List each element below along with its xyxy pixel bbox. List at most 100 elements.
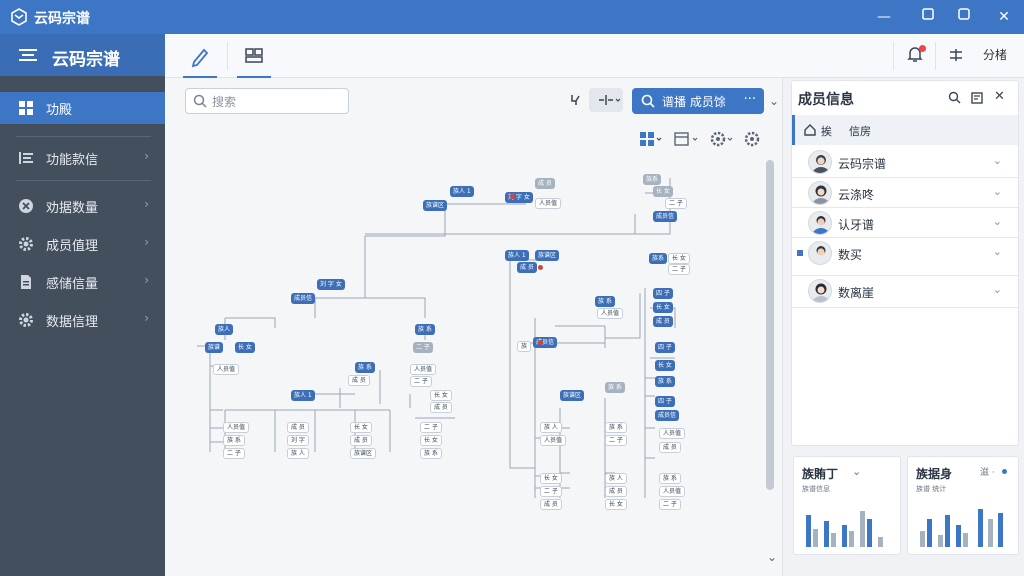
chevron-down-icon[interactable]: ⌄ [993,185,1002,198]
sliders-icon [950,49,962,61]
tree-node: 二 子 [665,198,687,209]
more-icon[interactable]: ··· [744,92,756,107]
status-dot [510,194,515,199]
settings-button[interactable] [947,46,965,64]
filter-control[interactable]: 滋 · [980,465,995,478]
tree-node[interactable]: 族人 1 [291,390,315,401]
share-button[interactable]: 分楮 [983,46,1007,63]
gear-icon [710,131,733,147]
avatar [808,279,832,303]
tree-node[interactable]: 刘 字 女 [317,279,345,290]
close-button[interactable]: ✕ [992,6,1016,28]
vertical-scrollbar[interactable] [766,160,774,490]
stats-card-title: 族賄丁 [802,467,839,481]
tree-node[interactable]: 成员信 [533,337,558,348]
tree-node: 族 人 [540,422,562,433]
tree-node[interactable]: 二 子 [413,342,433,353]
sidebar-item-data-management[interactable]: 数据信理 › [0,304,165,336]
member-list-card: 成员信息 ✕ 挨 信房 云码宗谱 ⌄ 云涤咚 ⌄ 认牙谱 ⌄ 数买 ⌄ 数离崖 … [791,80,1019,446]
tree-node[interactable]: 族 系 [605,382,625,393]
tree-node[interactable]: 四 子 [655,396,675,407]
tree-node[interactable]: 族谱区 [560,390,585,401]
tree-node[interactable]: 族人 [215,324,234,335]
sidebar-item-data-count[interactable]: 劝据数量 › [0,190,165,222]
tree-node[interactable]: 族系 [643,174,662,185]
tree-node[interactable]: 长 女 [235,342,255,353]
sidebar-item-storage[interactable]: 感储信量 › [0,266,165,298]
tree-node[interactable]: 族人 1 [505,250,529,261]
tree-node: 成 员 [540,499,562,510]
tree-node[interactable]: 成员信 [291,293,316,304]
chevron-down-icon[interactable]: ⌄ [993,154,1002,167]
tree-node[interactable]: 族 系 [655,376,675,387]
tree-node[interactable]: 族谱区 [535,250,560,261]
tree-node[interactable]: 长 女 [655,360,675,371]
tab-edit[interactable] [183,42,217,78]
close-icon[interactable]: ✕ [994,89,1005,104]
home-icon[interactable] [803,123,817,137]
sidebar-item-members[interactable]: 成员值理 › [0,228,165,260]
tree-node[interactable]: 长 女 [653,302,673,313]
menu-icon[interactable] [18,46,38,64]
chevron-right-icon: › [144,149,149,163]
minimize-button[interactable]: — [872,6,896,28]
tree-node[interactable]: 族人 1 [450,186,474,197]
tree-node: 长 女 [350,422,372,433]
tab-info[interactable]: 信房 [849,123,871,139]
tree-node: 成 员 [348,375,370,386]
restore-button[interactable] [916,6,940,28]
tree-node[interactable]: 族谱 [205,342,224,353]
tree-node[interactable]: 成员信 [653,211,678,222]
settings-button[interactable] [743,130,761,148]
member-item[interactable]: 数离崖 ⌄ [792,275,1018,305]
sidebar-item-features[interactable]: 功能款信 › [0,142,165,174]
grid-view-button[interactable] [638,130,664,148]
search-icon[interactable] [948,91,962,105]
chevron-down-icon[interactable]: ⌄ [993,215,1002,228]
tree-node[interactable]: 族系 [649,253,668,264]
scroll-down-icon[interactable]: ⌄ [763,548,781,566]
calendar-button[interactable] [673,130,701,148]
tree-node[interactable]: 族谱区 [423,200,448,211]
family-tree-canvas[interactable]: 谱播 成员馀 ··· ⌄ [165,78,782,576]
sync-button[interactable] [709,130,735,148]
chevron-down-icon[interactable]: ⌄ [765,92,783,110]
notification-button[interactable] [905,44,926,64]
tab-layout[interactable] [237,42,271,78]
tab-members[interactable]: 挨 [821,123,832,139]
search-icon [641,94,655,108]
tree-node[interactable]: 长 女 [653,186,673,197]
member-item[interactable]: 云涤咚 ⌄ [792,177,1018,207]
notes-icon[interactable] [970,91,984,105]
search-input[interactable] [212,93,342,111]
tree-node[interactable]: 成 员 [653,316,673,327]
maximize-button[interactable] [952,6,976,28]
tree-node[interactable]: 四 子 [655,342,675,353]
tree-node: 族 人 [605,473,627,484]
member-item[interactable]: 认牙谱 ⌄ [792,207,1018,237]
tree-node[interactable]: 族 系 [415,324,435,335]
search-members-button[interactable]: 谱播 成员馀 ··· [632,88,764,114]
tree-node: 长 女 [605,499,627,510]
tree-node[interactable]: 成 员 [517,262,537,273]
pin-button[interactable] [567,92,585,110]
chevron-down-icon[interactable]: ⌄ [852,465,861,478]
search-field[interactable] [185,88,349,114]
legend-dot [1002,469,1007,474]
member-item[interactable]: 云码宗谱 ⌄ [792,147,1018,177]
tree-node[interactable]: 成 员 [535,178,555,189]
list-icon [19,152,33,164]
tree-node[interactable]: 刘 字 女 [505,192,533,203]
tree-node[interactable]: 成员信 [655,410,680,421]
chevron-down-icon[interactable]: ⌄ [993,283,1002,296]
member-item[interactable]: 数买 ⌄ [792,237,1018,271]
tree-node[interactable]: 四 子 [653,288,673,299]
split-view-button[interactable] [589,88,623,112]
chevron-down-icon[interactable]: ⌄ [993,245,1002,258]
sidebar-item-dashboard[interactable]: 功殿 [0,92,165,124]
member-name: 云码宗谱 [838,157,887,171]
tree-node[interactable]: 族 系 [355,362,375,373]
sidebar: 云码宗谱 功殿 功能款信 › 劝据数量 › 成员值理 › 感储信量 › 数据信理… [0,34,165,576]
divider [16,136,151,137]
tree-node[interactable]: 族 系 [595,296,615,307]
